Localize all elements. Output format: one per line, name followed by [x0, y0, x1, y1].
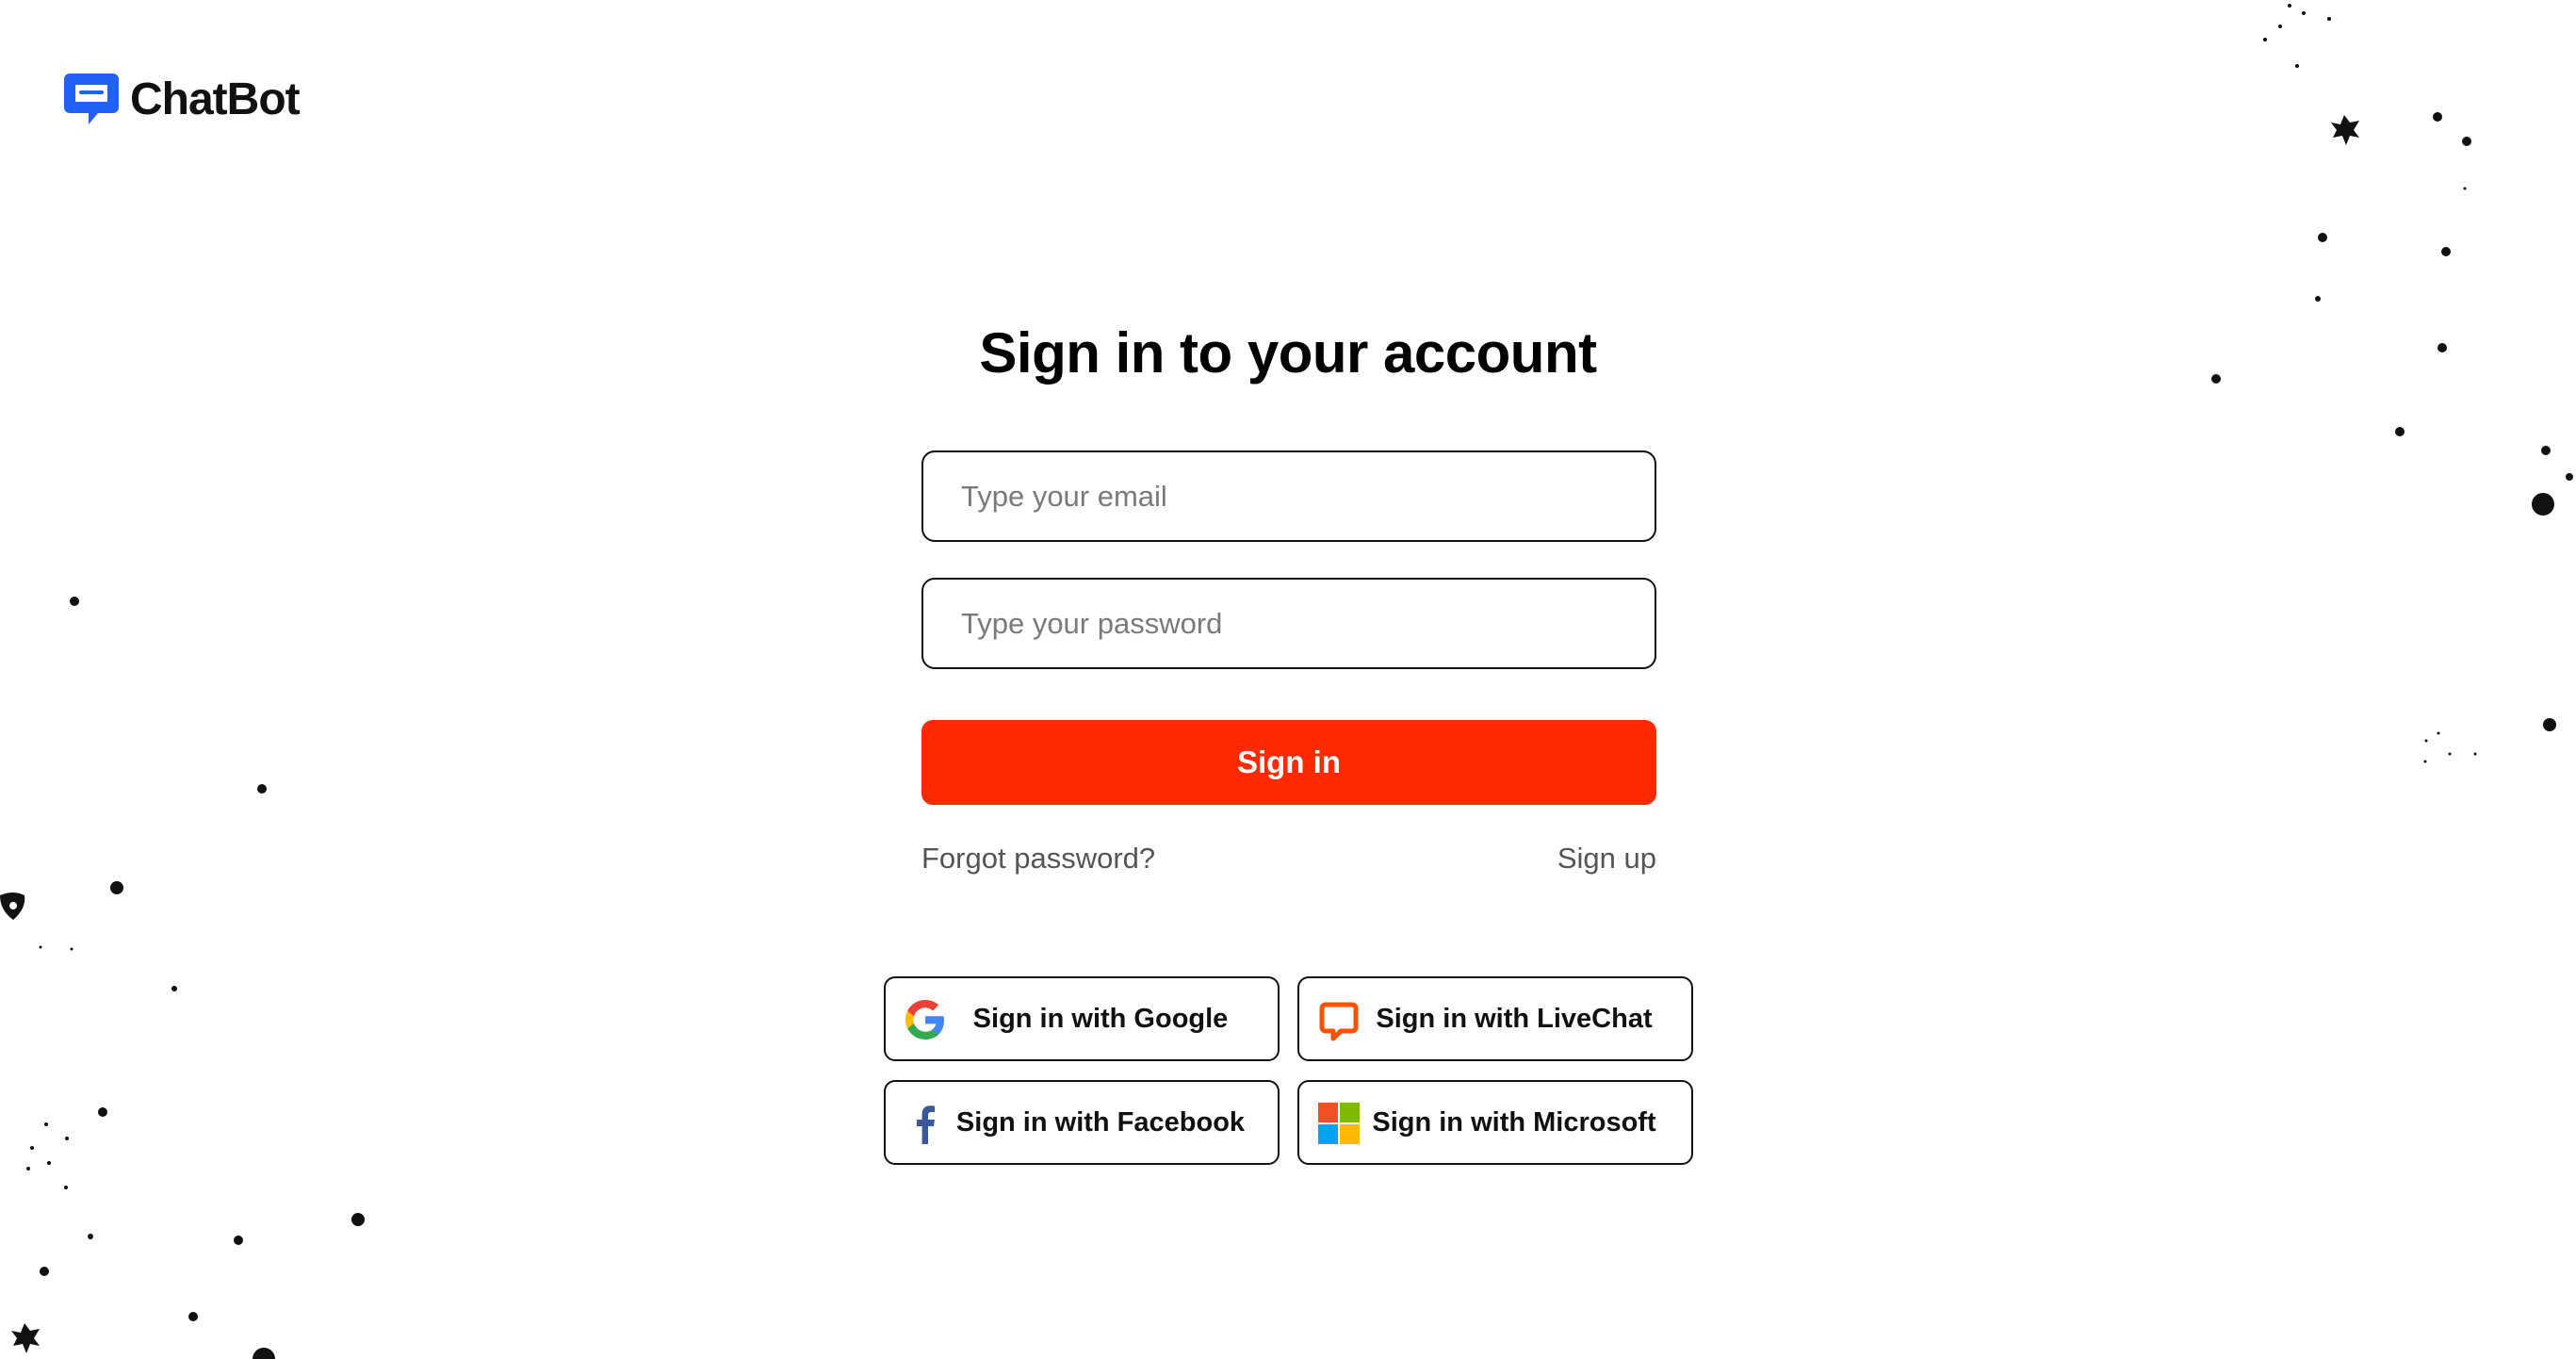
login-page: ChatBot Sign in to your account Sign in … — [0, 0, 2576, 1359]
chatbot-logo[interactable]: ChatBot — [62, 70, 301, 128]
password-input[interactable] — [921, 578, 1656, 669]
page-title: Sign in to your account — [979, 321, 1597, 385]
livechat-icon — [1319, 1002, 1359, 1041]
forgot-password-link[interactable]: Forgot password? — [921, 842, 1155, 876]
background-decoration — [0, 4, 2573, 1359]
sign-in-microsoft-button[interactable]: Sign in with Microsoft — [1297, 1080, 1693, 1165]
google-icon — [905, 1000, 944, 1040]
facebook-icon — [917, 1105, 935, 1144]
sign-in-facebook-button[interactable]: Sign in with Facebook — [884, 1080, 1280, 1165]
brand-name: ChatBot — [130, 74, 301, 124]
sign-in-google-button[interactable]: Sign in with Google — [884, 976, 1280, 1061]
sign-up-link[interactable]: Sign up — [1557, 842, 1656, 876]
microsoft-icon — [1318, 1103, 1360, 1144]
sign-in-button[interactable]: Sign in — [921, 720, 1656, 805]
chatbot-logo-icon — [64, 74, 119, 124]
email-input[interactable] — [921, 450, 1656, 542]
sign-in-livechat-button[interactable]: Sign in with LiveChat — [1297, 976, 1693, 1061]
